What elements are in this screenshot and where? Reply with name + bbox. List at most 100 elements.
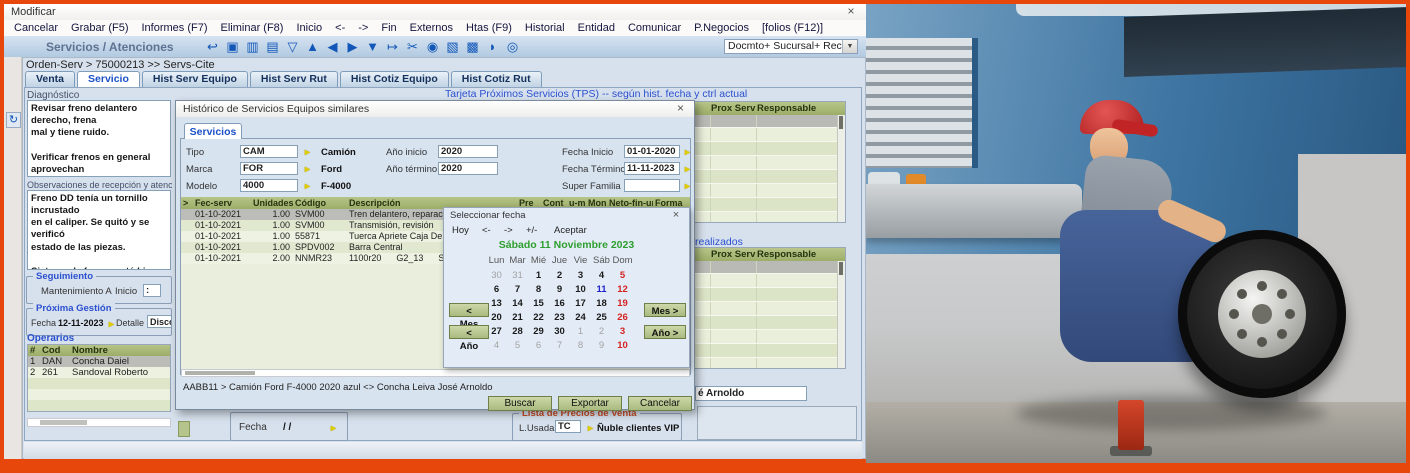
calendar-day[interactable]: 22 — [528, 311, 549, 324]
observaciones-textarea[interactable]: Freno DD tenía un tornillo incrustado en… — [27, 190, 171, 270]
calendar-prev-button[interactable]: <- — [482, 225, 491, 236]
dialog-close-icon[interactable]: × — [674, 102, 687, 115]
nav-left-icon[interactable]: ◀ — [324, 38, 341, 55]
calendar-day[interactable]: 8 — [570, 339, 591, 352]
operarios-hscrollbar[interactable] — [27, 418, 171, 427]
calendar-day[interactable]: 7 — [507, 283, 528, 296]
calendar-day[interactable]: 29 — [528, 325, 549, 338]
calendar-day[interactable]: 9 — [591, 339, 612, 352]
calendar-day[interactable]: 5 — [612, 269, 633, 282]
menu-item-comunicar[interactable]: Comunicar — [628, 22, 681, 34]
table-row[interactable]: 1DANConcha Daiel — [28, 356, 170, 367]
menu-item-cancelar[interactable]: Cancelar — [14, 22, 58, 34]
calendar-day[interactable]: 2 — [591, 325, 612, 338]
calendar-day[interactable]: 10 — [570, 283, 591, 296]
tab-servicios[interactable]: Servicios — [184, 123, 242, 139]
calendar-accept-button[interactable]: Aceptar — [554, 225, 587, 236]
calendar-day[interactable]: 1 — [570, 325, 591, 338]
fecha-group-picker-arrow[interactable]: ► — [329, 423, 338, 433]
calendar-day[interactable]: 17 — [570, 297, 591, 310]
calendar-day[interactable]: 3 — [612, 325, 633, 338]
responsable-field[interactable]: é Arnoldo — [695, 386, 807, 401]
calendar-day[interactable]: 20 — [486, 311, 507, 324]
ano-inicio-field[interactable]: 2020 — [438, 145, 498, 158]
prev-month-button[interactable]: < Mes — [449, 303, 489, 317]
exportar-button[interactable]: Exportar — [558, 396, 622, 411]
calendar-day[interactable]: 27 — [486, 325, 507, 338]
next-year-button[interactable]: Año > — [644, 325, 686, 339]
calendar-day[interactable]: 2 — [549, 269, 570, 282]
menu-item-grabar-f5[interactable]: Grabar (F5) — [71, 22, 128, 34]
tab-venta[interactable]: Venta — [25, 71, 75, 87]
tab-hist-serv-equipo[interactable]: Hist Serv Equipo — [142, 71, 248, 87]
fecha-value[interactable]: 12-11-2023 — [58, 318, 104, 328]
calendar-day[interactable]: 11 — [591, 283, 612, 296]
calendar-day[interactable]: 19 — [612, 297, 633, 310]
menu-item-externos[interactable]: Externos — [410, 22, 453, 34]
calendar-day[interactable]: 8 — [528, 283, 549, 296]
delete-icon[interactable]: ▽ — [284, 38, 301, 55]
tools-icon[interactable]: ✂ — [404, 38, 421, 55]
calendar-day[interactable]: 18 — [591, 297, 612, 310]
chevron-down-icon[interactable]: ▼ — [842, 40, 857, 53]
tipo-field[interactable]: CAM — [240, 145, 298, 158]
calendar-day[interactable]: 28 — [507, 325, 528, 338]
scrollbar-thumb[interactable] — [185, 371, 255, 375]
calendar-day[interactable]: 14 — [507, 297, 528, 310]
scrollbar-thumb[interactable] — [839, 262, 843, 275]
menu-item-item[interactable]: <- — [335, 22, 345, 34]
go-last-icon[interactable]: ↦ — [384, 38, 401, 55]
back-icon[interactable]: ↩ — [204, 38, 221, 55]
calendar-day[interactable]: 7 — [549, 339, 570, 352]
detalle-field[interactable]: Disco D — [147, 315, 172, 328]
calendar-day[interactable]: 15 — [528, 297, 549, 310]
tab-servicio[interactable]: Servicio — [77, 71, 140, 87]
scrollbar-thumb[interactable] — [839, 116, 843, 129]
inicio-field[interactable]: : — [143, 284, 161, 297]
fecha-inicio-field[interactable]: 01-01-2020 — [624, 145, 680, 158]
menu-item-p-negocios[interactable]: P.Negocios — [694, 22, 749, 34]
calendar-day[interactable]: 16 — [549, 297, 570, 310]
calendar-day[interactable]: 6 — [486, 283, 507, 296]
fecha-picker-arrow[interactable]: ► — [107, 319, 116, 329]
table-row[interactable] — [28, 400, 170, 411]
calendar-day[interactable]: 31 — [507, 269, 528, 282]
save-icon[interactable]: ▣ — [224, 38, 241, 55]
tab-hist-cotiz-equipo[interactable]: Hist Cotiz Equipo — [340, 71, 449, 87]
calendar-plusminus-button[interactable]: +/- — [526, 225, 537, 236]
date-picker-close-icon[interactable]: × — [670, 209, 682, 221]
lusada-picker-arrow[interactable]: ► — [586, 423, 595, 433]
calendar-day[interactable]: 5 — [507, 339, 528, 352]
calendar-next-button[interactable]: -> — [504, 225, 513, 236]
modelo-field[interactable]: 4000 — [240, 179, 298, 192]
menu-item-eliminar-f8[interactable]: Eliminar (F8) — [221, 22, 284, 34]
calendar-day[interactable]: 23 — [549, 311, 570, 324]
nav-right-icon[interactable]: ▶ — [344, 38, 361, 55]
menu-item-historial[interactable]: Historial — [525, 22, 565, 34]
vscrollbar[interactable] — [837, 261, 845, 368]
fecha-inicio-picker-arrow[interactable]: ► — [683, 147, 692, 157]
marca-field[interactable]: FOR — [240, 162, 298, 175]
calendar-day[interactable]: 30 — [549, 325, 570, 338]
super-familia-picker-arrow[interactable]: ► — [683, 181, 692, 191]
menu-item-informes-f7[interactable]: Informes (F7) — [142, 22, 208, 34]
menu-item-entidad[interactable]: Entidad — [578, 22, 615, 34]
fecha-group-value[interactable]: / / — [283, 422, 291, 433]
fecha-termino-picker-arrow[interactable]: ► — [683, 164, 692, 174]
tab-hist-serv-rut[interactable]: Hist Serv Rut — [250, 71, 338, 87]
marca-picker-arrow[interactable]: ► — [303, 164, 312, 174]
fecha-termino-field[interactable]: 11-11-2023 — [624, 162, 680, 175]
grid-hscrollbar[interactable] — [181, 369, 690, 377]
calendar-day[interactable]: 21 — [507, 311, 528, 324]
calendar-day[interactable]: 13 — [486, 297, 507, 310]
super-familia-field[interactable] — [624, 179, 680, 192]
calendar-day[interactable]: 10 — [612, 339, 633, 352]
contacts-icon[interactable]: ▧ — [444, 38, 461, 55]
calendar-day[interactable]: 24 — [570, 311, 591, 324]
menu-item-fin[interactable]: Fin — [381, 22, 396, 34]
tipo-picker-arrow[interactable]: ► — [303, 147, 312, 157]
refresh-icon[interactable]: ↻ — [6, 112, 21, 128]
calendar-day[interactable]: 26 — [612, 311, 633, 324]
menu-item-inicio[interactable]: Inicio — [296, 22, 322, 34]
window-close-icon[interactable]: × — [844, 4, 858, 19]
